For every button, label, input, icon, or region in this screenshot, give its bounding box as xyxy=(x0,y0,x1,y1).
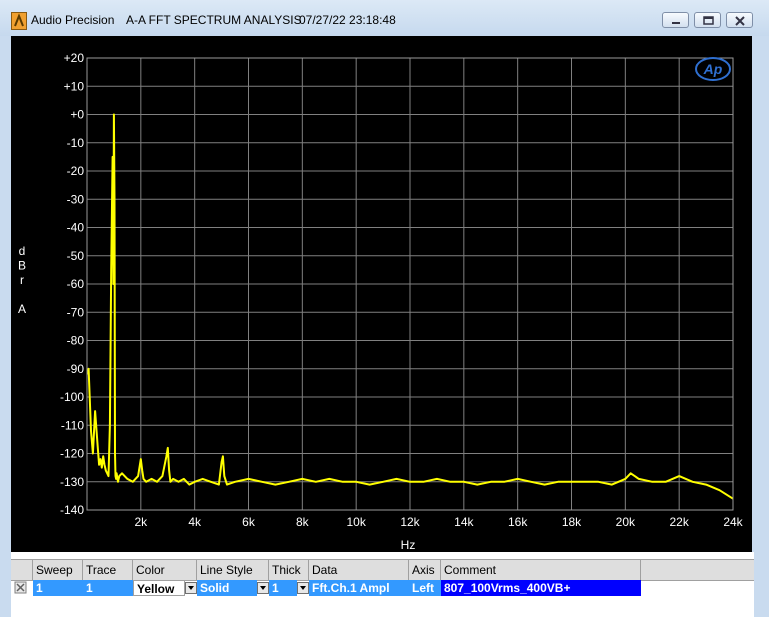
window-datetime: 07/27/22 23:18:48 xyxy=(299,13,396,27)
minimize-button[interactable] xyxy=(662,12,689,28)
table-row[interactable]: 1 1 Yellow Solid 1 Fft.Ch.1 Ampl Left 80… xyxy=(11,580,754,596)
y-tick-label: +0 xyxy=(70,108,84,122)
y-tick-label: -30 xyxy=(67,192,85,206)
cell-color-select[interactable]: Yellow xyxy=(133,580,185,596)
window-title: A-A FFT SPECTRUM ANALYSIS xyxy=(126,13,302,27)
color-dropdown-icon[interactable] xyxy=(185,582,197,594)
table-header: Sweep Trace Color Line Style Thick Data … xyxy=(11,559,754,581)
x-tick-label: 2k xyxy=(134,515,148,529)
x-tick-label: 16k xyxy=(508,515,528,529)
close-icon xyxy=(735,16,745,26)
y-tick-label: -120 xyxy=(60,447,84,461)
trace-table: Sweep Trace Color Line Style Thick Data … xyxy=(11,552,754,617)
y-tick-label: +20 xyxy=(64,51,85,65)
x-tick-label: 12k xyxy=(400,515,420,529)
y-tick-label: -40 xyxy=(67,221,85,235)
header-select-cell xyxy=(11,560,33,580)
y-tick-label: -110 xyxy=(61,418,84,432)
header-sweep[interactable]: Sweep xyxy=(33,560,83,580)
y-tick-label: -10 xyxy=(67,136,85,150)
y-tick-label: -50 xyxy=(67,249,85,263)
spectrum-chart: +20 +10 +0 -10 -20 -30 -40 -50 -60 -70 -80 -90 -100 -… xyxy=(18,51,744,552)
ap-logo: Ap xyxy=(695,57,731,81)
y-tick-label: -130 xyxy=(60,475,84,489)
header-data[interactable]: Data xyxy=(309,560,409,580)
y-tick-label: -100 xyxy=(60,390,84,404)
x-tick-label: 18k xyxy=(562,515,582,529)
minimize-icon xyxy=(672,22,680,24)
cell-comment[interactable]: 807_100Vrms_400VB+ xyxy=(441,580,641,596)
line-style-dropdown-icon[interactable] xyxy=(257,582,269,594)
y-tick-label: -80 xyxy=(67,334,85,348)
logo-text: Ap xyxy=(703,61,723,77)
x-tick-label: 6k xyxy=(242,515,256,529)
cell-trace[interactable]: 1 xyxy=(83,580,133,596)
x-tick-label: 14k xyxy=(454,515,474,529)
x-tick-label: 4k xyxy=(188,515,202,529)
y-tick-label: -20 xyxy=(67,164,85,178)
restore-button[interactable] xyxy=(694,12,721,28)
header-axis[interactable]: Axis xyxy=(409,560,441,580)
header-line-style[interactable]: Line Style xyxy=(197,560,269,580)
header-thick[interactable]: Thick xyxy=(269,560,309,580)
x-tick-label: 20k xyxy=(616,515,636,529)
x-tick-label: 10k xyxy=(346,515,366,529)
x-tick-label: 22k xyxy=(669,515,689,529)
app-icon[interactable] xyxy=(11,12,27,30)
header-trace[interactable]: Trace xyxy=(83,560,133,580)
x-tick-label: 24k xyxy=(723,515,743,529)
y-tick-label: -70 xyxy=(67,305,85,319)
row-checkbox[interactable] xyxy=(13,580,29,596)
close-button[interactable] xyxy=(726,12,753,28)
plot-frame: +20 +10 +0 -10 -20 -30 -40 -50 -60 -70 -80 -90 -100 -… xyxy=(11,36,752,552)
y-tick-label: -140 xyxy=(60,503,84,517)
x-tick-label: 8k xyxy=(296,515,310,529)
checkbox-icon xyxy=(14,581,27,594)
y-tick-label: -90 xyxy=(67,362,85,376)
cell-thick-select[interactable]: 1 xyxy=(269,580,297,596)
cell-line-style-select[interactable]: Solid xyxy=(197,580,257,596)
y-tick-label: -60 xyxy=(67,277,85,291)
restore-icon xyxy=(703,16,714,25)
cell-axis[interactable]: Left xyxy=(409,580,441,596)
y-tick-label: +10 xyxy=(64,79,85,93)
header-color[interactable]: Color xyxy=(133,560,197,580)
cell-sweep[interactable]: 1 xyxy=(33,580,83,596)
thick-dropdown-icon[interactable] xyxy=(297,582,309,594)
cell-data[interactable]: Fft.Ch.1 Ampl xyxy=(309,580,409,596)
y-axis-label: dBr A xyxy=(18,244,26,316)
header-comment[interactable]: Comment xyxy=(441,560,641,580)
title-bar: Audio Precision A-A FFT SPECTRUM ANALYSI… xyxy=(0,0,769,36)
app-name: Audio Precision xyxy=(31,13,115,27)
x-axis-label: Hz xyxy=(401,538,416,552)
